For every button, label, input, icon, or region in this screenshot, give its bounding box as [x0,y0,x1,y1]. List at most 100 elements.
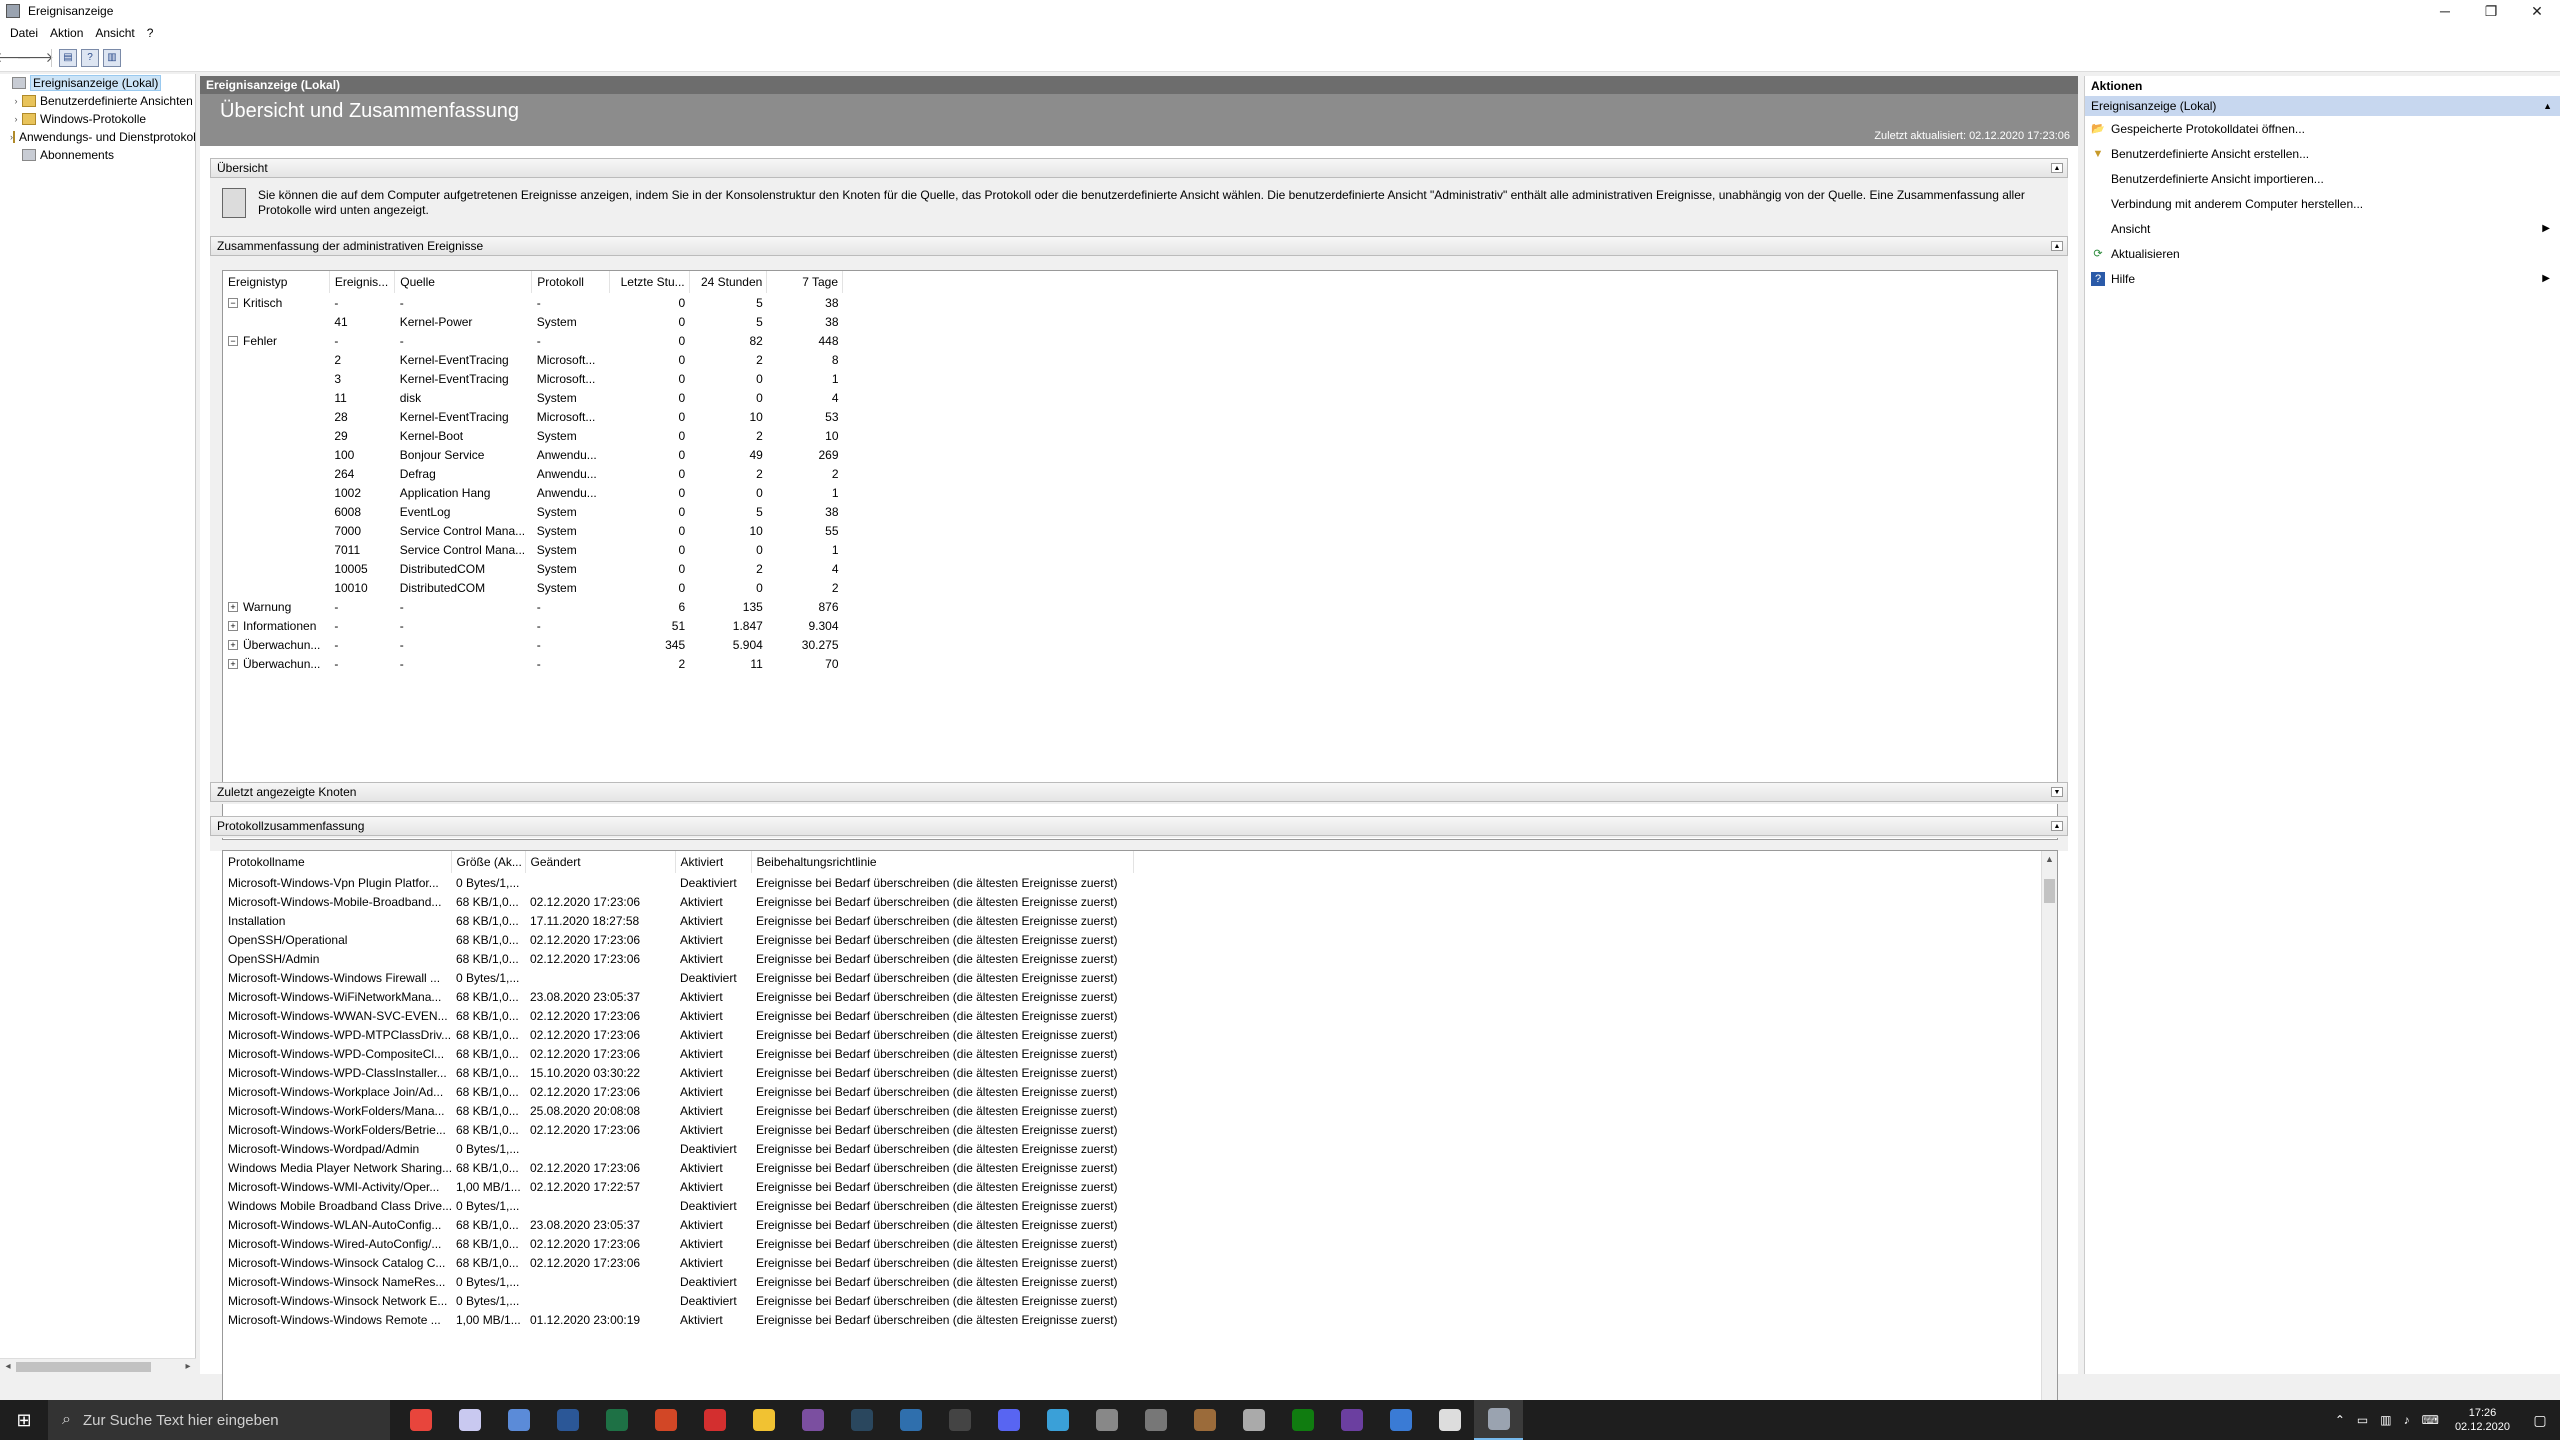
table-row[interactable]: Microsoft-Windows-WPD-ClassInstaller... 6… [223,1063,1133,1082]
table-row[interactable]: − Fehler - - -0 82 448 [223,331,843,350]
table-row[interactable]: Microsoft-Windows-Workplace Join/Ad... 68… [223,1082,1133,1101]
itunes-icon[interactable] [445,1400,494,1440]
table-row[interactable]: OpenSSH/Admin 68 KB/1,0... 02.12.2020 17:2… [223,949,1133,968]
table-row[interactable]: 3 Kernel-EventTracing Microsoft... 0 0 1 [223,369,843,388]
column-header[interactable]: 24 Stunden [689,271,768,293]
collapse-icon[interactable]: − [228,298,238,309]
table-row[interactable]: Microsoft-Windows-Vpn Plugin Platfor... 0… [223,873,1133,892]
action-item[interactable]: Benutzerdefinierte Ansicht importieren..… [2085,166,2560,191]
scrollbar-thumb[interactable] [2044,879,2055,903]
action-item[interactable]: Ansicht ▶ [2085,216,2560,241]
chevron-right-icon[interactable]: › [10,96,22,106]
acrobat-icon[interactable] [690,1400,739,1440]
table-row[interactable]: 11 disk System 0 0 4 [223,388,843,407]
table-row[interactable]: Microsoft-Windows-WorkFolders/Betrie... 6… [223,1120,1133,1139]
notification-icon[interactable]: ▢ [2520,1412,2560,1429]
menu-help[interactable]: ? [141,26,160,40]
close-button[interactable]: ✕ [2514,0,2560,22]
actions-group-header[interactable]: Ereignisanzeige (Lokal) ▲ [2085,96,2560,116]
table-row[interactable]: + Informationen - - - 51 1.847 9.304 [223,616,843,635]
chrome-icon[interactable] [396,1400,445,1440]
show-hide-tree-icon[interactable]: ▤ [59,48,77,67]
app-icon-blue[interactable] [886,1400,935,1440]
powerpoint-icon[interactable] [641,1400,690,1440]
table-row[interactable]: + Überwachun... - - -345 5.904 30.275 [223,635,843,654]
column-header[interactable]: Letzte Stu... [609,271,690,293]
table-row[interactable]: 7000 Service Control Mana... System 0 10 55 [223,521,843,540]
column-header[interactable]: Größe (Ak... [451,851,526,873]
table-row[interactable]: Microsoft-Windows-WorkFolders/Mana... 68 … [223,1101,1133,1120]
collapse-icon[interactable]: ▲ [2051,821,2063,831]
table-row[interactable]: + Überwachun... - - -2 11 70 [223,654,843,673]
log-table-vertical-scrollbar[interactable]: ▲ ▼ [2041,851,2057,1419]
table-row[interactable]: Installation 68 KB/1,0... 17.11.2020 18:27… [223,911,1133,930]
scroll-up-icon[interactable]: ▲ [2042,851,2057,867]
help-icon[interactable]: ? [81,48,99,67]
column-header[interactable]: Protokollname [223,851,452,873]
explorer-icon[interactable] [739,1400,788,1440]
table-row[interactable]: 6008 EventLog System 0 5 38 [223,502,843,521]
table-row[interactable]: Microsoft-Windows-WWAN-SVC-EVEN... 68 KB/… [223,1006,1133,1025]
app-icon-violet[interactable] [1327,1400,1376,1440]
menu-datei[interactable]: Datei [4,26,44,40]
table-row[interactable]: Windows Mobile Broadband Class Drive... 0… [223,1196,1133,1215]
table-row[interactable]: Microsoft-Windows-WPD-MTPClassDriv... 68 … [223,1025,1133,1044]
table-row[interactable]: 10010 DistributedCOM System 0 0 2 [223,578,843,597]
excel-icon[interactable] [592,1400,641,1440]
table-row[interactable]: 7011 Service Control Mana... System 0 0 1 [223,540,843,559]
column-header[interactable]: 7 Tage [766,271,843,293]
tree-horizontal-scrollbar[interactable]: ◂ ▸ [0,1358,196,1374]
action-item[interactable]: ⟳ Aktualisieren [2085,241,2560,266]
column-header[interactable]: Aktiviert [675,851,752,873]
scroll-right-icon[interactable]: ▸ [180,1361,196,1372]
column-header[interactable]: Geändert [525,851,676,873]
table-row[interactable]: 28 Kernel-EventTracing Microsoft... 0 10 53 [223,407,843,426]
expand-icon[interactable]: + [228,602,238,613]
table-row[interactable]: 100 Bonjour Service Anwendu... 0 49 269 [223,445,843,464]
table-row[interactable]: 10005 DistributedCOM System 0 2 4 [223,559,843,578]
chevron-right-icon[interactable]: › [10,114,22,124]
menu-aktion[interactable]: Aktion [44,26,89,40]
log-summary-header[interactable]: Protokollzusammenfassung ▲ [210,816,2068,836]
column-header[interactable]: Protokoll [531,271,610,293]
collapse-icon[interactable]: ▲ [2543,101,2552,111]
expand-icon[interactable]: ▼ [2051,787,2063,797]
table-row[interactable]: Microsoft-Windows-WiFiNetworkMana... 68 K… [223,987,1133,1006]
forward-arrow-icon[interactable]: 🡒 [16,49,54,67]
action-item[interactable]: ? Hilfe ▶ [2085,266,2560,291]
taskbar-search-box[interactable]: ⌕ Zur Suche Text hier eingeben [48,1400,390,1440]
expand-icon[interactable]: + [228,621,238,632]
table-row[interactable]: Microsoft-Windows-Windows Firewall ... 0 … [223,968,1133,987]
event-viewer-icon[interactable] [1474,1400,1523,1440]
table-row[interactable]: 264 Defrag Anwendu... 0 2 2 [223,464,843,483]
table-row[interactable]: Microsoft-Windows-WMI-Activity/Oper... 1,… [223,1177,1133,1196]
battery-icon[interactable]: ▭ [2357,1413,2368,1427]
menu-ansicht[interactable]: Ansicht [89,26,140,40]
show-hide-action-pane-icon[interactable]: ▥ [103,48,121,67]
table-row[interactable]: Microsoft-Windows-WLAN-AutoConfig... 68 K… [223,1215,1133,1234]
table-row[interactable]: Microsoft-Windows-Winsock Network E... 0 … [223,1291,1133,1310]
network-icon[interactable]: ▥ [2380,1413,2391,1427]
settings-icon[interactable] [1082,1400,1131,1440]
tree-item-app-service-logs[interactable]: › Anwendungs- und Dienstprotokolle [0,128,195,146]
table-row[interactable]: Microsoft-Windows-Winsock Catalog C... 68… [223,1253,1133,1272]
collapse-icon[interactable]: ▲ [2051,241,2063,251]
calculator-icon[interactable] [494,1400,543,1440]
discord-icon[interactable] [984,1400,1033,1440]
action-item[interactable]: Verbindung mit anderem Computer herstell… [2085,191,2560,216]
action-item[interactable]: 📂 Gespeicherte Protokolldatei öffnen... [2085,116,2560,141]
windows-start-icon[interactable]: ⊞ [0,1400,48,1440]
steam-icon[interactable] [837,1400,886,1440]
maximize-button[interactable]: ❐ [2468,0,2514,22]
column-header[interactable]: Ereignistyp [223,271,330,293]
minimize-button[interactable]: ─ [2422,0,2468,22]
keyboard-icon[interactable]: ⌨ [2422,1413,2439,1427]
admin-summary-header[interactable]: Zusammenfassung der administrativen Erei… [210,236,2068,256]
column-header[interactable]: Ereignis... [329,271,396,293]
table-row[interactable]: Microsoft-Windows-Mobile-Broadband... 68 … [223,892,1133,911]
app-icon-pen[interactable] [1229,1400,1278,1440]
table-row[interactable]: 1002 Application Hang Anwendu... 0 0 1 [223,483,843,502]
collapse-icon[interactable]: − [228,336,238,347]
table-row[interactable]: OpenSSH/Operational 68 KB/1,0... 02.12.202… [223,930,1133,949]
table-row[interactable]: Microsoft-Windows-WPD-CompositeCl... 68 K… [223,1044,1133,1063]
